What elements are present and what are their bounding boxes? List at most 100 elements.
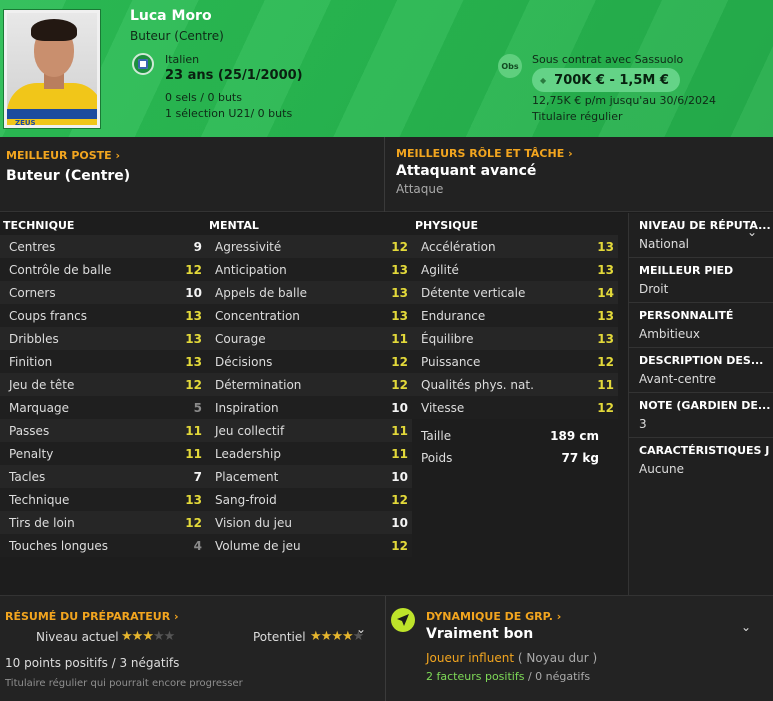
attribute-value: 11 bbox=[391, 423, 408, 438]
attribute-row[interactable]: Technique 13 bbox=[0, 488, 206, 511]
influence-group: ( Noyau dur ) bbox=[517, 651, 598, 665]
attribute-row[interactable]: Courage 11 bbox=[206, 327, 412, 350]
attribute-name: Contrôle de balle bbox=[9, 262, 112, 277]
attribute-row[interactable]: Penalty 11 bbox=[0, 442, 206, 465]
attribute-name: Corners bbox=[9, 285, 56, 300]
attribute-row[interactable]: Contrôle de balle 12 bbox=[0, 258, 206, 281]
chevron-down-icon[interactable]: ⌄ bbox=[741, 620, 751, 634]
attribute-row[interactable]: Tirs de loin 12 bbox=[0, 511, 206, 534]
attribute-row[interactable]: Appels de balle 13 bbox=[206, 281, 412, 304]
attribute-name: Leadership bbox=[215, 446, 281, 461]
attributes-panel: TECHNIQUE Centres 9 Contrôle de balle 12 Cor… bbox=[0, 213, 628, 595]
attribute-value: 12 bbox=[391, 377, 408, 392]
attribute-row[interactable]: Endurance 13 bbox=[412, 304, 618, 327]
chevron-down-icon[interactable]: ⌄ bbox=[356, 622, 366, 636]
attribute-row[interactable]: Agressivité 12 bbox=[206, 235, 412, 258]
attribute-row[interactable]: Agilité 13 bbox=[412, 258, 618, 281]
attribute-name: Jeu de tête bbox=[9, 377, 75, 392]
weight-row: Poids 77 kg bbox=[412, 447, 618, 469]
caps-goals: 0 sels / 0 buts bbox=[165, 91, 242, 104]
bottom-panel: RÉSUMÉ DU PRÉPARATEUR › Niveau actuel ★★… bbox=[0, 595, 773, 701]
attribute-name: Tirs de loin bbox=[9, 515, 75, 530]
height-label: Taille bbox=[421, 429, 452, 443]
attribute-row[interactable]: Inspiration 10 bbox=[206, 396, 412, 419]
value-indicator-icon: ◆ bbox=[540, 75, 547, 85]
attribute-row[interactable]: Équilibre 13 bbox=[412, 327, 618, 350]
height-value: 189 cm bbox=[550, 429, 599, 443]
attribute-row[interactable]: Corners 10 bbox=[0, 281, 206, 304]
attribute-row[interactable]: Vitesse 12 bbox=[412, 396, 618, 419]
info-item[interactable]: PERSONNALITÉ Ambitieux bbox=[629, 303, 773, 348]
info-label: NOTE (GARDIEN DE... bbox=[639, 399, 771, 412]
attribute-value: 11 bbox=[185, 423, 202, 438]
attribute-row[interactable]: Leadership 11 bbox=[206, 442, 412, 465]
attribute-row[interactable]: Placement 10 bbox=[206, 465, 412, 488]
attribute-value: 12 bbox=[185, 377, 202, 392]
navigation-arrow-icon bbox=[391, 608, 415, 632]
info-item[interactable]: CARACTÉRISTIQUES J Aucune bbox=[629, 438, 773, 482]
nation-flag-icon[interactable] bbox=[132, 53, 154, 75]
contract-club[interactable]: Sous contrat avec Sassuolo bbox=[532, 53, 683, 66]
attribute-row[interactable]: Jeu collectif 11 bbox=[206, 419, 412, 442]
attribute-row[interactable]: Passes 11 bbox=[0, 419, 206, 442]
attribute-row[interactable]: Touches longues 4 bbox=[0, 534, 206, 557]
transfer-value[interactable]: ◆ 700K € - 1,5M € bbox=[532, 68, 680, 92]
attribute-row[interactable]: Décisions 12 bbox=[206, 350, 412, 373]
attribute-row[interactable]: Détermination 12 bbox=[206, 373, 412, 396]
attribute-row[interactable]: Accélération 13 bbox=[412, 235, 618, 258]
info-label: MEILLEUR PIED bbox=[639, 264, 734, 277]
scout-obs-icon[interactable]: Obs bbox=[498, 54, 522, 78]
attribute-value: 13 bbox=[185, 331, 202, 346]
attribute-value: 13 bbox=[391, 285, 408, 300]
attribute-row[interactable]: Centres 9 bbox=[0, 235, 206, 258]
attribute-name: Technique bbox=[9, 492, 70, 507]
best-role-value: Attaquant avancé bbox=[396, 163, 537, 179]
attribute-row[interactable]: Marquage 5 bbox=[0, 396, 206, 419]
attribute-row[interactable]: Sang-froid 12 bbox=[206, 488, 412, 511]
attribute-row[interactable]: Coups francs 13 bbox=[0, 304, 206, 327]
chevron-right-icon: › bbox=[568, 147, 573, 160]
best-role-link[interactable]: MEILLEURS RÔLE ET TÂCHE › bbox=[396, 147, 573, 160]
star-icon: ★ bbox=[131, 629, 144, 644]
info-item[interactable]: DESCRIPTION DES... Avant-centre bbox=[629, 348, 773, 393]
attribute-row[interactable]: Finition 13 bbox=[0, 350, 206, 373]
attribute-row[interactable]: Jeu de tête 12 bbox=[0, 373, 206, 396]
dynamics-link[interactable]: DYNAMIQUE DE GRP. › bbox=[426, 610, 561, 623]
best-position-panel: MEILLEUR POSTE › Buteur (Centre) bbox=[0, 137, 385, 212]
attribute-name: Sang-froid bbox=[215, 492, 277, 507]
wage-info: 12,75K € p/m jusqu'au 30/6/2024 bbox=[532, 94, 716, 107]
attribute-name: Anticipation bbox=[215, 262, 287, 277]
attribute-value: 12 bbox=[185, 515, 202, 530]
weight-label: Poids bbox=[421, 451, 453, 465]
attribute-row[interactable]: Qualités phys. nat. 11 bbox=[412, 373, 618, 396]
attribute-row[interactable]: Volume de jeu 12 bbox=[206, 534, 412, 557]
coach-note: Titulaire régulier qui pourrait encore p… bbox=[5, 678, 243, 689]
influence-status[interactable]: Joueur influent bbox=[426, 651, 514, 665]
attribute-row[interactable]: Dribbles 13 bbox=[0, 327, 206, 350]
attribute-value: 10 bbox=[391, 400, 408, 415]
attribute-row[interactable]: Détente verticale 14 bbox=[412, 281, 618, 304]
info-item[interactable]: NOTE (GARDIEN DE... 3 bbox=[629, 393, 773, 438]
coach-report-link[interactable]: RÉSUMÉ DU PRÉPARATEUR › bbox=[5, 610, 179, 623]
negative-factors[interactable]: 0 négatifs bbox=[535, 670, 590, 683]
attribute-value: 12 bbox=[597, 354, 614, 369]
attribute-row[interactable]: Puissance 12 bbox=[412, 350, 618, 373]
attribute-name: Penalty bbox=[9, 446, 54, 461]
influence-line: Joueur influent ( Noyau dur ) bbox=[426, 651, 597, 665]
attribute-row[interactable]: Vision du jeu 10 bbox=[206, 511, 412, 534]
attribute-row[interactable]: Anticipation 13 bbox=[206, 258, 412, 281]
best-position-link[interactable]: MEILLEUR POSTE › bbox=[6, 149, 120, 162]
attribute-name: Tacles bbox=[9, 469, 46, 484]
info-item[interactable]: MEILLEUR PIED Droit bbox=[629, 258, 773, 303]
attribute-name: Concentration bbox=[215, 308, 300, 323]
player-photo[interactable]: ZEUS bbox=[4, 10, 100, 128]
nationality[interactable]: Italien bbox=[165, 53, 199, 66]
current-ability-label: Niveau actuel bbox=[36, 630, 119, 644]
chevron-down-icon[interactable]: ⌄ bbox=[747, 225, 757, 239]
attribute-name: Passes bbox=[9, 423, 50, 438]
attribute-row[interactable]: Concentration 13 bbox=[206, 304, 412, 327]
attribute-value: 9 bbox=[193, 239, 202, 254]
info-value: Aucune bbox=[639, 462, 685, 476]
positive-factors[interactable]: 2 facteurs positifs bbox=[426, 670, 524, 683]
attribute-row[interactable]: Tacles 7 bbox=[0, 465, 206, 488]
